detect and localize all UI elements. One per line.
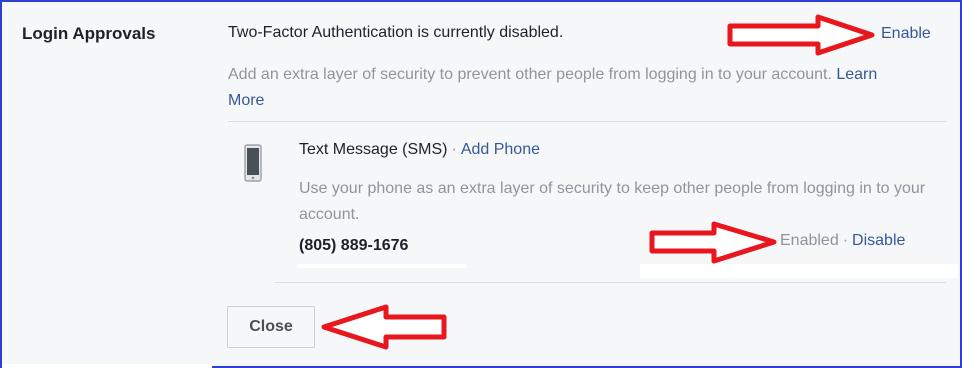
divider [228,121,946,122]
close-button[interactable]: Close [227,306,315,348]
separator: · [842,232,849,249]
annotation-arrow-right [727,14,875,56]
two-factor-description-text: Add an extra layer of security to preven… [228,66,832,83]
enabled-status-label: Enabled [780,232,839,249]
annotation-arrow-right [649,221,777,264]
phone-number: (805) 889-1676 [299,237,409,254]
two-factor-description: Add an extra layer of security to preven… [228,62,918,114]
annotation-arrow-left [321,304,447,350]
highlight-bar [297,264,467,268]
divider [275,282,946,283]
highlight-bar [640,264,958,278]
add-phone-link[interactable]: Add Phone [461,141,540,158]
sms-method-title: Text Message (SMS) · Add Phone [299,141,540,159]
separator: · [451,141,457,158]
phone-icon [244,144,262,182]
two-factor-status-text: Two-Factor Authentication is currently d… [228,24,564,41]
section-label: Login Approvals [22,24,156,43]
disable-link[interactable]: Disable [852,232,905,249]
sms-method-description: Use your phone as an extra layer of secu… [299,180,926,223]
bottom-strip [2,364,212,368]
sms-status: Enabled · Disable [780,232,905,250]
enable-link[interactable]: Enable [881,25,931,43]
sms-method-label: Text Message (SMS) [299,141,448,158]
